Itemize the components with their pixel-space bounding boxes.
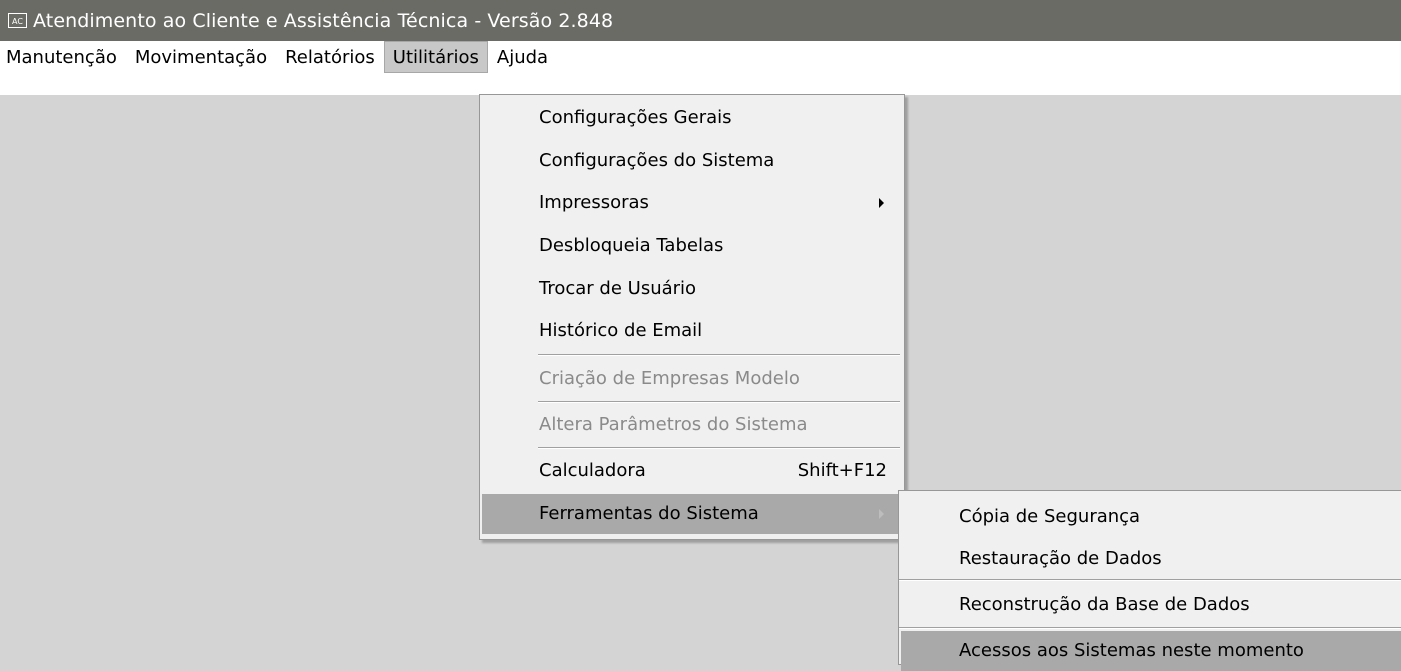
menu-ajuda[interactable]: Ajuda — [488, 41, 557, 73]
submenu-arrow-icon — [879, 198, 884, 208]
menu-item-label: Calculadora — [539, 460, 646, 481]
shortcut-label: Shift+F12 — [797, 460, 887, 481]
menu-item-label: Desbloqueia Tabelas — [539, 235, 724, 256]
menu-item-configuracoes-gerais[interactable]: Configurações Gerais — [482, 98, 902, 138]
menu-item-impressoras[interactable]: Impressoras — [482, 183, 902, 223]
menu-item-criacao-empresas-modelo: Criação de Empresas Modelo — [482, 359, 902, 399]
menu-item-configuracoes-sistema[interactable]: Configurações do Sistema — [482, 141, 902, 181]
menu-item-copia-seguranca[interactable]: Cópia de Segurança — [901, 497, 1399, 537]
menu-relatorios[interactable]: Relatórios — [276, 41, 384, 73]
menu-item-restauracao-dados[interactable]: Restauração de Dados — [901, 539, 1399, 579]
menu-separator — [899, 579, 1401, 581]
menu-item-ferramentas-sistema[interactable]: Ferramentas do Sistema — [482, 494, 902, 534]
menu-item-label: Configurações Gerais — [539, 107, 732, 128]
menu-item-altera-parametros: Altera Parâmetros do Sistema — [482, 405, 902, 445]
menu-item-calculadora[interactable]: Calculadora Shift+F12 — [482, 451, 902, 491]
menu-separator — [538, 401, 900, 403]
menu-utilitarios[interactable]: Utilitários — [383, 41, 488, 73]
menu-item-reconstrucao-base[interactable]: Reconstrução da Base de Dados — [901, 585, 1399, 625]
menu-item-label: Reconstrução da Base de Dados — [959, 594, 1250, 615]
menu-item-label: Trocar de Usuário — [539, 278, 697, 299]
title-bar: AC Atendimento ao Cliente e Assistência … — [0, 0, 1401, 41]
menu-bar: Manutenção Movimentação Relatórios Utili… — [0, 41, 1401, 95]
window-title: Atendimento ao Cliente e Assistência Téc… — [33, 9, 614, 32]
menu-item-label: Impressoras — [539, 192, 649, 213]
menu-movimentacao[interactable]: Movimentação — [126, 41, 276, 73]
menu-manutencao[interactable]: Manutenção — [0, 41, 126, 73]
menu-separator — [899, 627, 1401, 629]
menu-item-label: Ferramentas do Sistema — [539, 503, 759, 524]
submenu-arrow-icon — [879, 509, 884, 519]
menu-item-acessos-sistemas[interactable]: Acessos aos Sistemas neste momento — [901, 631, 1401, 671]
ferramentas-submenu: Cópia de Segurança Restauração de Dados … — [898, 490, 1401, 671]
utilitarios-dropdown: Configurações Gerais Configurações do Si… — [479, 94, 905, 540]
menu-separator — [538, 447, 900, 449]
menu-item-label: Criação de Empresas Modelo — [539, 368, 800, 389]
menu-item-label: Restauração de Dados — [959, 548, 1162, 569]
menu-item-desbloqueia-tabelas[interactable]: Desbloqueia Tabelas — [482, 226, 902, 266]
menu-item-trocar-usuario[interactable]: Trocar de Usuário — [482, 269, 902, 309]
menu-item-historico-email[interactable]: Histórico de Email — [482, 311, 902, 351]
menu-item-label: Altera Parâmetros do Sistema — [539, 414, 808, 435]
menu-item-label: Configurações do Sistema — [539, 150, 775, 171]
menu-item-label: Histórico de Email — [539, 320, 703, 341]
app-icon: AC — [8, 13, 27, 28]
menu-separator — [538, 354, 900, 356]
menu-item-label: Cópia de Segurança — [959, 506, 1141, 527]
menu-item-label: Acessos aos Sistemas neste momento — [959, 640, 1304, 661]
